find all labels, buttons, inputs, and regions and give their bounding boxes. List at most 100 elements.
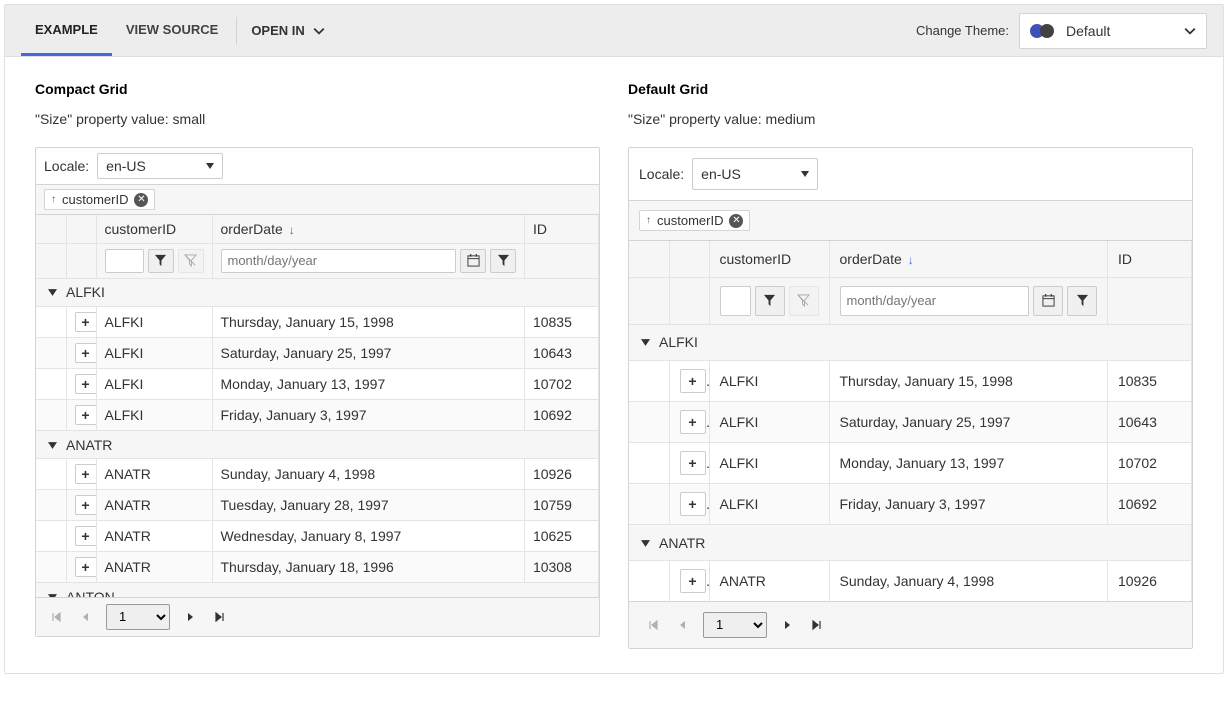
table-row[interactable]: +ALFKIFriday, January 3, 199710692 [36,400,599,431]
filter-customerid-input[interactable] [105,249,144,273]
table-row[interactable]: +ANATRTuesday, January 28, 199710759 [36,490,599,521]
table-row[interactable]: +ANATRWednesday, January 8, 199710625 [36,521,599,552]
pager-prev[interactable] [76,607,96,627]
col-orderdate[interactable]: orderDate↓ [829,241,1108,277]
cell-orderdate: Saturday, January 25, 1997 [829,402,1107,443]
filter-icon[interactable] [490,249,516,273]
expand-row-button[interactable]: + [680,451,706,475]
group-chip[interactable]: ↑ customerID ✕ [44,189,155,210]
cell-id: 10702 [1107,443,1191,484]
cell-customerid: ALFKI [96,338,212,369]
cell-id: 10835 [524,307,598,338]
pager-last[interactable] [807,615,827,635]
theme-picker[interactable]: Default [1019,13,1207,49]
cell-orderdate: Thursday, January 15, 1998 [212,307,524,338]
pager-page-select[interactable]: 1 [106,604,170,630]
sort-desc-icon: ↓ [289,223,295,237]
pager-prev[interactable] [673,615,693,635]
cell-customerid: ANATR [96,521,212,552]
clear-filter-icon[interactable] [178,249,204,273]
table-row[interactable]: +ALFKIMonday, January 13, 199710702 [36,369,599,400]
table-row[interactable]: +ALFKISaturday, January 25, 199710643 [629,402,1192,443]
expand-row-button[interactable]: + [75,343,97,363]
table-row[interactable]: +ALFKIFriday, January 3, 199710692 [629,484,1192,525]
locale-dropdown[interactable]: en-US [692,158,818,190]
table-row[interactable]: +ANATRThursday, January 18, 199610308 [36,552,599,583]
table-row[interactable]: +ALFKIMonday, January 13, 199710702 [629,443,1192,484]
group-chip-label: customerID [62,192,128,207]
expand-row-button[interactable]: + [75,495,97,515]
expand-row-button[interactable]: + [680,369,706,393]
filter-customerid-input[interactable] [720,286,751,316]
group-header[interactable]: ALFKI [629,325,1192,361]
cell-orderdate: Tuesday, January 28, 1997 [212,490,524,521]
clear-filter-icon[interactable] [789,286,819,316]
group-name: ALFKI [66,284,105,300]
remove-group-icon[interactable]: ✕ [729,214,743,228]
group-name: ANATR [659,535,705,551]
pager-next[interactable] [180,607,200,627]
group-chip[interactable]: ↑ customerID ✕ [639,210,750,231]
pager: 1 [629,601,1192,648]
tab-example[interactable]: EXAMPLE [21,5,112,56]
expand-row-button[interactable]: + [75,557,97,577]
locale-label: Locale: [44,158,89,174]
group-name: ANTON [66,589,115,597]
filter-icon[interactable] [148,249,174,273]
pager-next[interactable] [777,615,797,635]
expand-row-button[interactable]: + [680,492,706,516]
filter-icon[interactable] [1067,286,1097,316]
expand-row-button[interactable]: + [680,569,706,593]
col-orderdate[interactable]: orderDate↓ [212,215,525,243]
pager-page-select[interactable]: 1 [703,612,767,638]
default-grid-panel: Default Grid "Size" property value: medi… [628,81,1193,649]
header-row: customerID orderDate↓ ID [36,215,599,243]
expand-row-button[interactable]: + [75,405,97,425]
col-id[interactable]: ID [1108,241,1192,277]
tab-view-source[interactable]: VIEW SOURCE [112,5,232,56]
default-grid: Locale: en-US ↑ customerID ✕ [628,147,1193,649]
cell-customerid: ALFKI [96,369,212,400]
calendar-icon[interactable] [460,249,486,273]
expand-row-button[interactable]: + [75,374,97,394]
table-row[interactable]: +ANATRSunday, January 4, 199810926 [36,459,599,490]
cell-customerid: ALFKI [96,307,212,338]
locale-dropdown[interactable]: en-US [97,153,223,179]
cell-customerid: ANATR [96,459,212,490]
expand-row-button[interactable]: + [75,312,97,332]
group-header[interactable]: ANATR [36,431,599,459]
col-id[interactable]: ID [525,215,599,243]
expand-row-button[interactable]: + [680,410,706,434]
open-in-label: OPEN IN [251,23,304,38]
group-header[interactable]: ANATR [629,525,1192,561]
expand-row-button[interactable]: + [75,464,97,484]
pager-last[interactable] [210,607,230,627]
cell-customerid: ANATR [96,490,212,521]
col-customerid[interactable]: customerID [96,215,212,243]
pager-first[interactable] [46,607,66,627]
table-row[interactable]: +ALFKISaturday, January 25, 199710643 [36,338,599,369]
cell-orderdate: Saturday, January 25, 1997 [212,338,524,369]
expand-row-button[interactable]: + [75,526,97,546]
cell-orderdate: Monday, January 13, 1997 [829,443,1107,484]
filter-orderdate-input[interactable] [840,286,1030,316]
open-in-dropdown[interactable]: OPEN IN [241,23,334,38]
filter-icon[interactable] [755,286,785,316]
col-customerid[interactable]: customerID [709,241,829,277]
cell-id: 10926 [524,459,598,490]
table-row[interactable]: +ALFKIThursday, January 15, 199810835 [36,307,599,338]
cell-customerid: ALFKI [709,361,829,402]
filter-orderdate-input[interactable] [221,249,457,273]
theme-swatch-icon [1030,24,1056,38]
filter-row [629,277,1192,324]
calendar-icon[interactable] [1033,286,1063,316]
table-row[interactable]: +ALFKIThursday, January 15, 199810835 [629,361,1192,402]
group-header[interactable]: ANTON [36,583,599,597]
cell-orderdate: Sunday, January 4, 1998 [829,561,1107,601]
group-header[interactable]: ALFKI [36,279,599,307]
pager-first[interactable] [643,615,663,635]
compact-grid: Locale: en-US ↑ customerID ✕ [35,147,600,637]
default-grid-title: Default Grid [628,81,1193,97]
remove-group-icon[interactable]: ✕ [134,193,148,207]
table-row[interactable]: +ANATRSunday, January 4, 199810926 [629,561,1192,601]
